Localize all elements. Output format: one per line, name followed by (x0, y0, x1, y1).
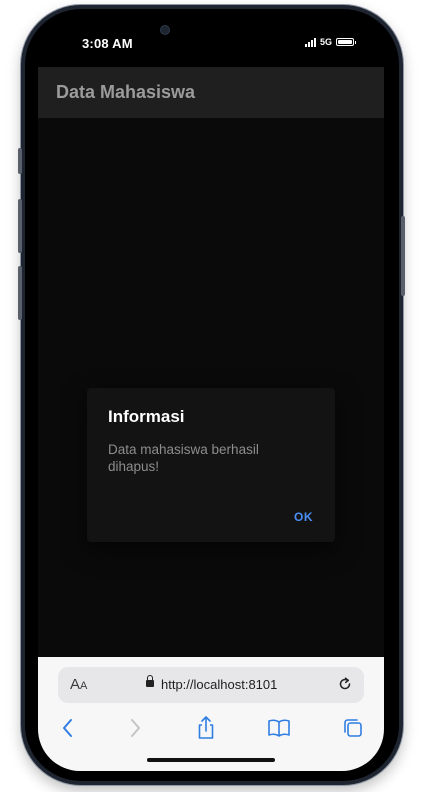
share-icon[interactable] (193, 715, 219, 741)
signal-icon (304, 37, 316, 47)
volume-down-button (18, 266, 22, 320)
reload-icon[interactable] (336, 675, 354, 693)
forward-icon[interactable] (122, 715, 148, 741)
alert-title: Informasi (108, 407, 185, 426)
front-camera (160, 25, 170, 35)
text-size-label-large: A (70, 676, 81, 693)
back-icon[interactable] (55, 715, 81, 741)
alert-dialog: Informasi Data mahasiswa berhasil dihapu… (87, 388, 335, 542)
content-area: Informasi Data mahasiswa berhasil dihapu… (38, 118, 384, 657)
text-size-icon[interactable]: AA (70, 676, 87, 693)
home-indicator (147, 758, 275, 762)
app-header: Data Mahasiswa (38, 67, 384, 118)
status-indicators: 5G (304, 37, 356, 47)
ok-button[interactable]: OK (294, 510, 313, 524)
lock-icon (146, 675, 154, 687)
network-type: 5G (319, 37, 332, 47)
alert-message: Data mahasiswa berhasil dihapus! (108, 442, 259, 474)
battery-icon (336, 38, 356, 46)
mute-switch (18, 148, 22, 174)
volume-up-button (18, 199, 22, 253)
power-button (401, 216, 405, 296)
browser-toolbar (38, 715, 384, 741)
bookmarks-icon[interactable] (266, 715, 292, 741)
battery-level (338, 40, 352, 44)
screen: 3:08 AM 5G Data Mahasiswa Informasi Data… (38, 15, 384, 771)
page-title: Data Mahasiswa (56, 82, 196, 102)
browser-chrome: AA http://localhost:8101 (38, 657, 384, 771)
url-text[interactable]: http://localhost:8101 (161, 677, 277, 692)
tabs-icon[interactable] (340, 715, 366, 741)
status-time: 3:08 AM (82, 36, 133, 51)
status-bar: 3:08 AM 5G (38, 15, 384, 67)
address-bar[interactable]: AA http://localhost:8101 (58, 667, 364, 703)
text-size-label-small: A (80, 680, 88, 692)
